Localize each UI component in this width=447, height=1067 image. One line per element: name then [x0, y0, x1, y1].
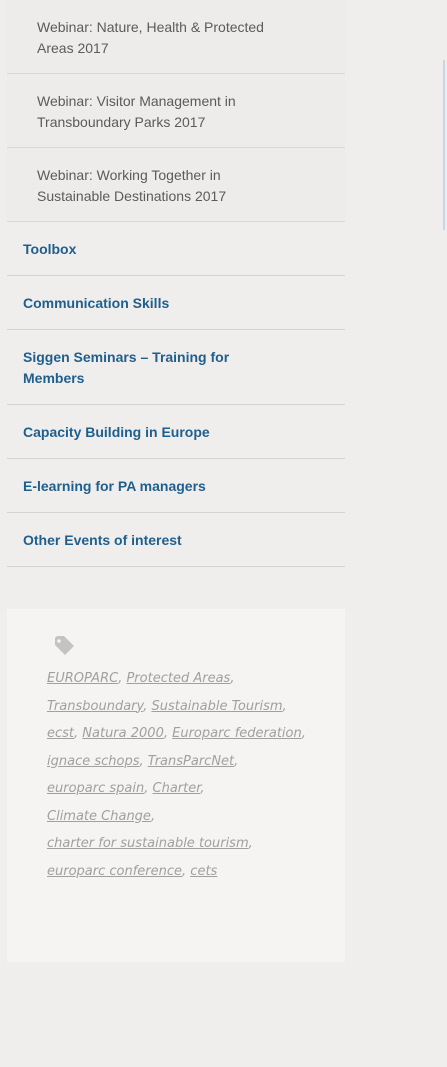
- sidebar-item-capacity-building[interactable]: Capacity Building in Europe: [7, 405, 345, 459]
- tag-link[interactable]: Natura 2000: [82, 726, 164, 741]
- sidebar-item-toolbox[interactable]: Toolbox: [7, 222, 345, 276]
- sidebar-item-e-learning[interactable]: E-learning for PA managers: [7, 459, 345, 513]
- sidebar-item-label: Other Events of interest: [23, 532, 182, 548]
- tag-link[interactable]: EUROPARC: [47, 671, 118, 686]
- sidebar-subitem-label: Areas 2017: [37, 40, 109, 56]
- sidebar-subitem-label: Transboundary Parks 2017: [37, 114, 206, 130]
- tag-link[interactable]: Charter: [153, 781, 201, 796]
- sidebar-item-siggen-seminars[interactable]: Siggen Seminars – Training for Members: [7, 330, 345, 405]
- sidebar-item-other-events[interactable]: Other Events of interest: [7, 513, 345, 567]
- tag-link[interactable]: charter for sustainable tourism: [47, 836, 249, 851]
- content-edge-divider: [443, 60, 445, 230]
- sidebar-subitem-webinar-working-together[interactable]: Webinar: Working Together in Sustainable…: [7, 148, 345, 222]
- tag-link[interactable]: Europarc federation: [172, 726, 302, 741]
- tag-link[interactable]: Transboundary: [47, 699, 143, 714]
- sidebar-nav: Webinar: Nature, Health & Protected Area…: [7, 0, 345, 567]
- tag-cloud-widget: EUROPARC, Protected Areas, Transboundary…: [7, 609, 345, 962]
- tag-link[interactable]: ecst: [47, 726, 74, 741]
- sidebar-item-label: Members: [23, 370, 85, 386]
- tag-icon: [55, 636, 74, 655]
- sidebar-subitem-label: Webinar: Nature, Health & Protected: [37, 19, 264, 35]
- sidebar-item-label: Toolbox: [23, 241, 77, 257]
- tag-link[interactable]: europarc conference: [47, 864, 182, 879]
- tag-link[interactable]: europarc spain: [47, 781, 144, 796]
- sidebar-item-label: Siggen Seminars – Training for: [23, 349, 230, 365]
- sidebar-item-label: E-learning for PA managers: [23, 478, 206, 494]
- sidebar-item-label: Communication Skills: [23, 295, 170, 311]
- tag-link[interactable]: ignace schops: [47, 754, 140, 769]
- tag-link[interactable]: Protected Areas: [126, 671, 230, 686]
- sidebar-subitem-label: Webinar: Visitor Management in: [37, 93, 236, 109]
- tag-link[interactable]: TransParcNet: [148, 754, 234, 769]
- sidebar-item-communication-skills[interactable]: Communication Skills: [7, 276, 345, 330]
- sidebar-item-label: Capacity Building in Europe: [23, 424, 210, 440]
- sidebar-subitem-webinar-nature-health[interactable]: Webinar: Nature, Health & Protected Area…: [7, 0, 345, 74]
- tag-link[interactable]: cets: [190, 864, 217, 879]
- sidebar-subitem-label: Sustainable Destinations 2017: [37, 188, 227, 204]
- sidebar-subitem-label: Webinar: Working Together in: [37, 167, 221, 183]
- tag-link[interactable]: Climate Change: [47, 809, 151, 824]
- sidebar-subitem-webinar-visitor-management[interactable]: Webinar: Visitor Management in Transboun…: [7, 74, 345, 148]
- tag-link[interactable]: Sustainable Tourism: [151, 699, 282, 714]
- tag-list: EUROPARC, Protected Areas, Transboundary…: [47, 671, 306, 879]
